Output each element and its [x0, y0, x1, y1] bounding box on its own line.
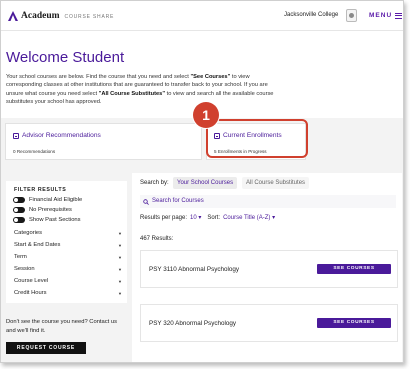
menu-button[interactable]: MENU [369, 12, 403, 19]
search-icon [143, 198, 149, 205]
caret-down-icon: ▼ [118, 243, 122, 248]
toggle-switch-icon[interactable] [13, 197, 25, 203]
message-icon [13, 132, 19, 139]
college-name: Jacksonville College [284, 12, 339, 18]
caret-down-icon: ▼ [118, 255, 122, 260]
results-count: 467 Results: [140, 236, 174, 242]
see-courses-button[interactable]: SEE COURSES [317, 318, 391, 328]
filter-credit-hours[interactable]: Credit Hours ▼ [14, 290, 122, 297]
tab-all-course-substitutes[interactable]: All Course Substitutes [242, 177, 310, 189]
brand-subtitle: COURSE SHARE [64, 13, 115, 20]
card-subtitle: 0 Recommendations [13, 149, 56, 154]
toggle-switch-icon[interactable] [13, 217, 25, 223]
filter-session[interactable]: Session ▼ [14, 266, 122, 273]
filter-categories[interactable]: Categories ▼ [14, 230, 122, 237]
course-row: PSY 3110 Abnormal Psychology SEE COURSES [140, 250, 398, 288]
course-results-panel: Search by: Your School Courses All Cours… [132, 173, 402, 362]
college-seal-icon [346, 9, 357, 22]
top-header: Acadeum COURSE SHARE Jacksonville Colleg… [1, 1, 403, 31]
app-window: Acadeum COURSE SHARE Jacksonville Colleg… [0, 0, 404, 363]
caret-down-icon: ▼ [118, 267, 122, 272]
filter-course-level[interactable]: Course Level ▼ [14, 278, 122, 285]
page-title: Welcome Student [6, 49, 125, 66]
see-courses-button[interactable]: SEE COURSES [317, 264, 391, 274]
per-page-select[interactable]: 10 ▾ [190, 214, 201, 221]
acadeum-logo-icon [8, 11, 18, 21]
callout-number-badge: 1 [193, 102, 219, 128]
caret-down-icon: ▼ [118, 279, 122, 284]
search-courses-field[interactable]: Search for Courses [140, 195, 396, 208]
search-by-label: Search by: [140, 180, 169, 186]
caret-down-icon: ▼ [118, 231, 122, 236]
course-name: PSY 3110 Abnormal Psychology [149, 266, 240, 273]
callout-highlight-box [206, 119, 308, 158]
filter-term[interactable]: Term ▼ [14, 254, 122, 261]
toggle-switch-icon[interactable] [13, 207, 25, 213]
brand-logo[interactable]: Acadeum COURSE SHARE [8, 11, 114, 21]
results-controls: Results per page: 10 ▾ Sort: Course Titl… [140, 214, 275, 222]
toggle-show-past-sections[interactable]: Show Past Sections [13, 217, 81, 223]
per-page-label: Results per page: [140, 214, 188, 221]
caret-down-icon: ▼ [118, 291, 122, 296]
toggle-no-prerequisites[interactable]: No Prerequisites [13, 207, 72, 213]
filter-start-end-dates[interactable]: Start & End Dates ▼ [14, 242, 122, 249]
intro-text: Your school courses are below. Find the … [6, 74, 274, 106]
sort-select[interactable]: Course Title (A-Z) ▾ [223, 214, 275, 221]
brand-name: Acadeum [21, 11, 60, 21]
card-title: Advisor Recommendations [13, 132, 101, 139]
course-name: PSY 320 Abnormal Psychology [149, 320, 237, 327]
hamburger-icon [395, 12, 403, 19]
advisor-recommendations-card[interactable]: Advisor Recommendations 0 Recommendation… [5, 123, 202, 160]
tab-your-school-courses[interactable]: Your School Courses [173, 177, 238, 189]
menu-label: MENU [369, 12, 393, 19]
request-help-text: Don't see the course you need? Contact u… [6, 319, 117, 334]
filters-panel: FILTER RESULTS Financial Aid Eligible No… [6, 181, 127, 303]
toggle-financial-aid[interactable]: Financial Aid Eligible [13, 197, 82, 203]
course-row: PSY 320 Abnormal Psychology SEE COURSES [140, 304, 398, 342]
sort-label: Sort: [207, 214, 221, 221]
filters-title: FILTER RESULTS [14, 187, 67, 193]
request-course-button[interactable]: REQUEST COURSE [6, 342, 86, 354]
